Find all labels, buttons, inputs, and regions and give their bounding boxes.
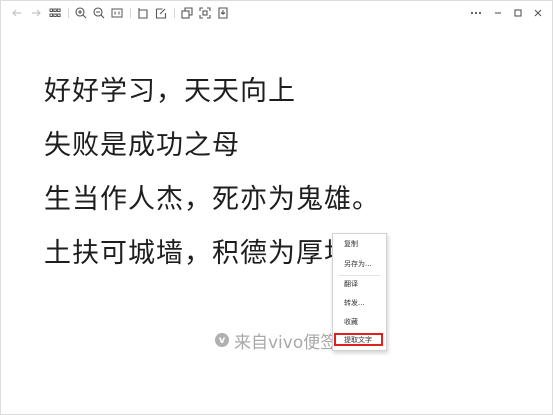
more-icon[interactable] (469, 6, 483, 20)
rotate-icon[interactable] (136, 6, 150, 20)
context-menu: 复制 另存为... 翻译 转发... 收藏 提取文字 (332, 233, 387, 351)
toolbar (1, 1, 553, 25)
vivo-logo-icon: v (215, 333, 229, 347)
copy-icon[interactable] (180, 6, 194, 20)
image-text-line: 失败是成功之母 (44, 130, 240, 161)
save-icon[interactable] (216, 6, 230, 20)
minimize-icon[interactable] (491, 6, 505, 20)
image-text-line: 生当作人杰，死亦为鬼雄。 (44, 184, 380, 215)
menu-divider (338, 275, 380, 276)
close-icon[interactable] (531, 6, 545, 20)
back-arrow-icon[interactable] (10, 6, 24, 20)
grid-icon[interactable] (48, 6, 62, 20)
watermark-text: 来自vivo便签 (234, 332, 338, 353)
menu-item-translate[interactable]: 翻译 (334, 278, 384, 291)
menu-item-extract-text[interactable]: 提取文字 (334, 333, 383, 346)
toolbar-divider (130, 8, 131, 18)
menu-item-save-as[interactable]: 另存为... (334, 258, 384, 271)
toolbar-divider (174, 8, 175, 18)
menu-item-forward[interactable]: 转发... (334, 297, 384, 310)
menu-item-favorite[interactable]: 收藏 (334, 316, 384, 329)
scan-icon[interactable] (198, 6, 212, 20)
forward-arrow-icon[interactable] (29, 6, 43, 20)
edit-icon[interactable] (154, 6, 168, 20)
actual-size-icon[interactable] (110, 6, 124, 20)
image-text-line: 好好学习，天天向上 (44, 76, 296, 107)
maximize-icon[interactable] (511, 6, 525, 20)
zoom-in-icon[interactable] (74, 6, 88, 20)
menu-item-copy[interactable]: 复制 (334, 238, 384, 251)
zoom-out-icon[interactable] (92, 6, 106, 20)
watermark: v 来自vivo便签 (215, 330, 338, 353)
image-text-line: 土扶可城墙，积德为厚址 (44, 238, 352, 269)
image-viewer-window: 好好学习，天天向上 失败是成功之母 生当作人杰，死亦为鬼雄。 土扶可城墙，积德为… (0, 0, 553, 415)
toolbar-divider (68, 8, 69, 18)
